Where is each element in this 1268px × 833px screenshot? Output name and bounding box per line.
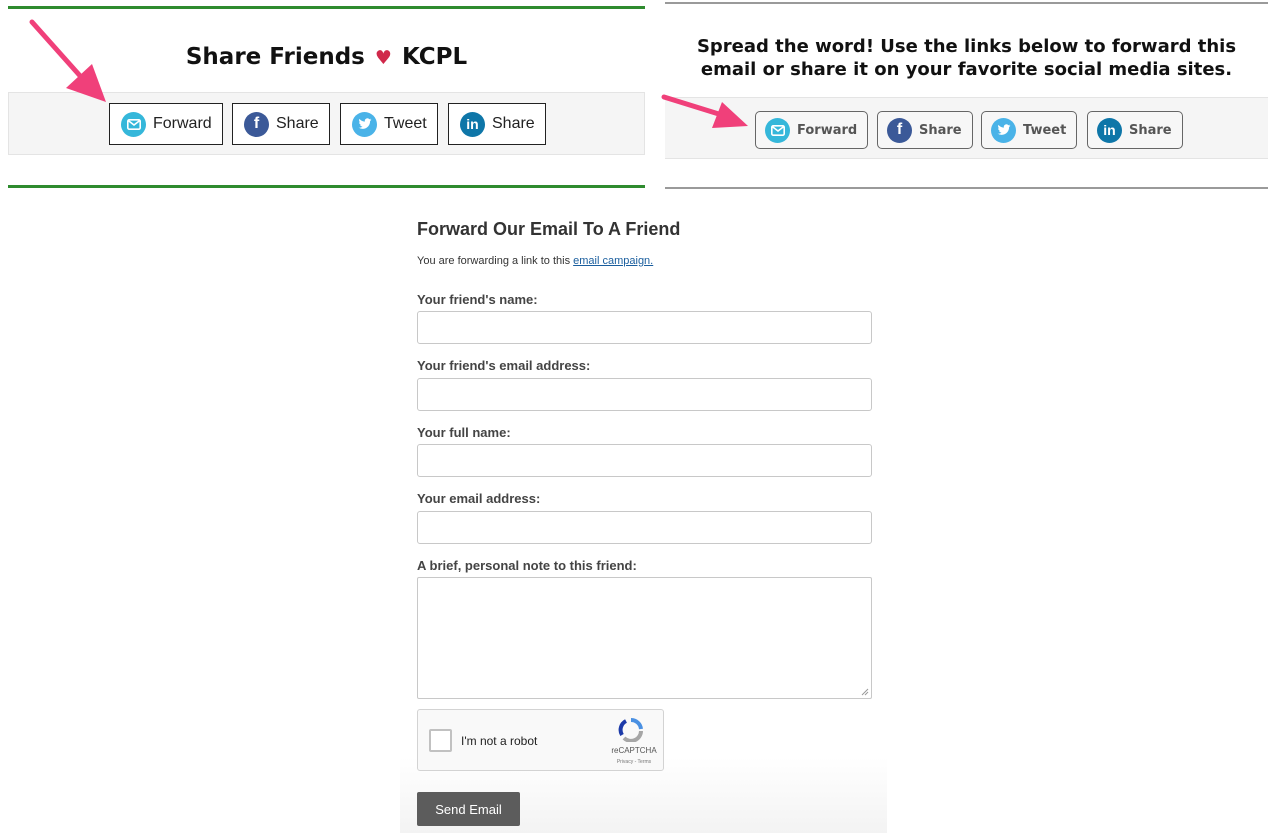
- resize-grip-icon[interactable]: [861, 688, 869, 696]
- recaptcha-widget: I'm not a robot reCAPTCHA Privacy - Term…: [417, 709, 664, 771]
- heart-icon: ♥: [374, 47, 392, 69]
- email-address-label: Your email address:: [417, 491, 541, 506]
- friend-email-input[interactable]: [417, 378, 872, 411]
- email-address-input[interactable]: [417, 511, 872, 544]
- forward-label: Forward: [797, 122, 858, 138]
- facebook-share-button[interactable]: f Share: [232, 103, 330, 145]
- personal-note-label: A brief, personal note to this friend:: [417, 558, 637, 573]
- recaptcha-brand: reCAPTCHA: [611, 746, 657, 755]
- email-campaign-link[interactable]: email campaign.: [573, 255, 653, 267]
- twitter-icon: [991, 117, 1016, 143]
- facebook-share-button[interactable]: f Share: [877, 111, 973, 149]
- twitter-icon: [352, 111, 377, 137]
- full-name-label: Your full name:: [417, 425, 511, 440]
- personal-note-textarea[interactable]: [417, 577, 872, 699]
- facebook-icon: f: [244, 111, 269, 137]
- linkedin-icon: in: [1097, 117, 1122, 143]
- share-label: Share: [492, 115, 535, 132]
- pointer-arrow-icon: [29, 19, 106, 102]
- forward-button[interactable]: Forward: [109, 103, 223, 145]
- heading-text-kcpl: KCPL: [401, 44, 468, 70]
- subtitle-text: You are forwarding a link to this: [417, 255, 574, 267]
- mail-icon: [765, 117, 790, 143]
- recaptcha-terms[interactable]: Privacy - Terms: [606, 759, 662, 765]
- heading-text: Share Friends: [185, 44, 365, 70]
- recaptcha-checkbox[interactable]: [429, 729, 452, 752]
- forward-email-form: Forward Our Email To A Friend You are fo…: [400, 202, 887, 833]
- forward-button[interactable]: Forward: [755, 111, 869, 149]
- linkedin-share-button[interactable]: in Share: [448, 103, 546, 145]
- linkedin-icon: in: [460, 111, 485, 137]
- friend-email-label: Your friend's email address:: [417, 358, 591, 373]
- full-name-input[interactable]: [417, 444, 872, 477]
- tweet-label: Tweet: [1023, 122, 1067, 138]
- share-label: Share: [276, 115, 319, 132]
- divider: [665, 2, 1268, 4]
- facebook-icon: f: [887, 117, 912, 143]
- divider: [665, 187, 1268, 189]
- pointer-arrow-icon: [661, 94, 748, 128]
- send-email-button[interactable]: Send Email: [417, 792, 520, 826]
- spread-word-heading: Spread the word! Use the links below to …: [665, 35, 1268, 81]
- recaptcha-logo-icon: [618, 718, 643, 742]
- divider: [8, 185, 645, 188]
- share-label: Share: [919, 122, 962, 138]
- linkedin-share-button[interactable]: in Share: [1087, 111, 1183, 149]
- recaptcha-label: I'm not a robot: [461, 734, 538, 748]
- forward-label: Forward: [153, 115, 212, 132]
- mail-icon: [121, 111, 146, 137]
- divider: [8, 6, 645, 9]
- share-label: Share: [1129, 122, 1172, 138]
- tweet-label: Tweet: [384, 115, 427, 132]
- form-subtitle: You are forwarding a link to this email …: [417, 255, 653, 267]
- friend-name-label: Your friend's name:: [417, 292, 538, 307]
- share-bar: Forward f Share Tweet in Share: [665, 97, 1268, 159]
- share-panel-gray: Spread the word! Use the links below to …: [665, 0, 1268, 192]
- tweet-button[interactable]: Tweet: [340, 103, 438, 145]
- tweet-button[interactable]: Tweet: [981, 111, 1078, 149]
- heading-line: Spread the word! Use the links below to …: [696, 36, 1237, 57]
- heading-line: email or share it on your favorite socia…: [700, 59, 1233, 80]
- friend-name-input[interactable]: [417, 311, 872, 344]
- form-title: Forward Our Email To A Friend: [417, 219, 681, 239]
